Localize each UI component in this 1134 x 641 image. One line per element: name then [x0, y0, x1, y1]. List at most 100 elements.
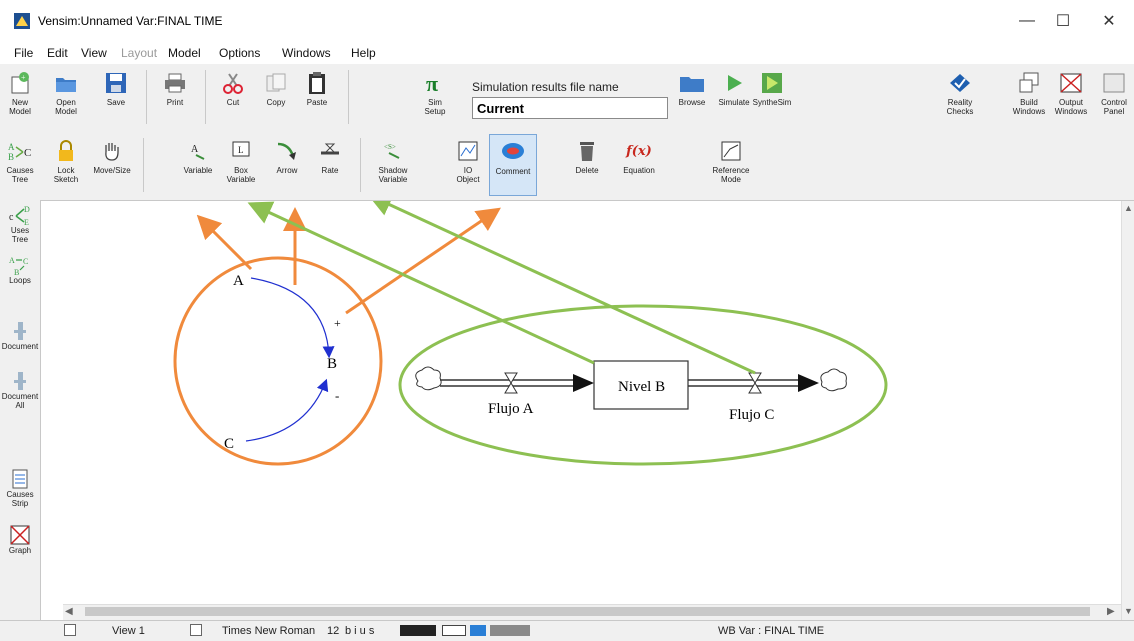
view-menu-icon[interactable]	[64, 624, 76, 636]
menu-view[interactable]: View	[81, 46, 107, 60]
scroll-up-icon[interactable]: ▲	[1124, 203, 1133, 213]
causes-tree-button[interactable]: ABC Causes Tree	[0, 134, 44, 196]
menu-model[interactable]: Model	[168, 46, 201, 60]
scroll-right-icon[interactable]: ▶	[1107, 606, 1115, 617]
shadow-badge: <S>	[384, 143, 396, 151]
delete-button[interactable]: Delete	[563, 134, 611, 196]
orange-pointer-variable	[196, 214, 253, 271]
menu-layout[interactable]: Layout	[121, 46, 157, 60]
font-size[interactable]: 12	[327, 625, 339, 637]
flow-c-valve[interactable]	[748, 372, 762, 394]
document-all-label: Document All	[1, 392, 39, 410]
printer-icon	[165, 73, 185, 93]
flow-a-label[interactable]: Flujo A	[488, 401, 534, 417]
rate-valve-icon	[321, 143, 339, 155]
variable-label: Variable	[183, 166, 213, 175]
document-button[interactable]: Document	[0, 318, 40, 351]
color-swatch[interactable]	[400, 625, 436, 636]
causes-tree-left-button[interactable]: c DE Uses Tree	[0, 202, 40, 244]
font-name[interactable]: Times New Roman	[222, 625, 315, 637]
svg-text:B: B	[8, 152, 14, 162]
model-diagram[interactable]: A B C + - Flujo A Nivel B Flujo C	[41, 201, 1121, 603]
menu-help[interactable]: Help	[351, 46, 376, 60]
link-c-to-b[interactable]	[245, 378, 329, 442]
flow-a-valve[interactable]	[504, 372, 518, 394]
sim-setup-button[interactable]: π Sim Setup	[411, 66, 459, 128]
sketch-canvas[interactable]: A B C + - Flujo A Nivel B Flujo C	[41, 201, 1121, 603]
flow-a-arrowhead	[573, 374, 594, 392]
box-variable-icon: L	[232, 141, 250, 157]
causes-strip-button[interactable]: Causes Strip	[0, 466, 40, 508]
view-name[interactable]: View 1	[112, 625, 145, 637]
scissors-icon	[223, 73, 243, 94]
new-model-button[interactable]: + New Model	[0, 66, 44, 128]
shadow-variable-button[interactable]: <S> Shadow Variable	[369, 134, 417, 196]
window-title: Vensim:Unnamed Var:FINAL TIME	[38, 14, 223, 28]
simulation-file-input[interactable]	[472, 97, 668, 119]
scroll-down-icon[interactable]: ▼	[1124, 606, 1133, 616]
uses-tree-label: Uses Tree	[10, 226, 30, 244]
menu-file[interactable]: File	[14, 46, 33, 60]
svg-text:D: D	[24, 205, 30, 214]
maximize-button[interactable]: ☐	[1040, 6, 1086, 36]
svg-text:A: A	[191, 144, 199, 155]
reality-checks-button[interactable]: Reality Checks	[936, 66, 984, 128]
cut-label: Cut	[226, 98, 240, 107]
flow-c-label[interactable]: Flujo C	[729, 407, 774, 423]
var-a[interactable]: A	[233, 273, 244, 289]
io-object-button[interactable]: IO Object	[444, 134, 492, 196]
var-b[interactable]: B	[327, 356, 337, 372]
document-all-button[interactable]: Document All	[0, 368, 40, 410]
flow-c-pipe[interactable]	[688, 379, 801, 387]
browse-button[interactable]: Browse	[668, 66, 716, 128]
open-model-button[interactable]: Open Model	[42, 66, 90, 128]
shadow-variable-icon: <S>	[384, 143, 400, 159]
equation-button[interactable]: f(x) Equation	[615, 134, 663, 196]
graph-icon	[10, 525, 30, 545]
synthesim-button[interactable]: SyntheSim	[748, 66, 796, 128]
reference-mode-button[interactable]: Reference Mode	[707, 134, 755, 196]
arrow-button[interactable]: Arrow	[263, 134, 311, 196]
polarity-minus: -	[335, 388, 339, 403]
style-swatch[interactable]	[490, 625, 530, 636]
graph-button[interactable]: Graph	[0, 522, 40, 555]
lock-sketch-button[interactable]: Lock Sketch	[42, 134, 90, 196]
scroll-left-icon[interactable]: ◀	[65, 606, 73, 617]
reference-mode-icon	[721, 141, 741, 161]
flow-a-pipe[interactable]	[440, 379, 576, 387]
menu-windows[interactable]: Windows	[282, 46, 331, 60]
build-windows-button[interactable]: Build Windows	[1005, 66, 1053, 128]
horizontal-scroll-thumb[interactable]	[85, 607, 1090, 616]
move-size-button[interactable]: Move/Size	[88, 134, 136, 196]
menu-edit[interactable]: Edit	[47, 46, 68, 60]
loops-button[interactable]: ACB Loops	[0, 252, 40, 285]
rate-button[interactable]: Rate	[306, 134, 354, 196]
control-panel-icon	[1103, 73, 1125, 93]
loops-icon: A CB	[9, 256, 28, 276]
control-panel-button[interactable]: Control Panel	[1090, 66, 1134, 128]
svg-text:L: L	[238, 145, 244, 155]
simulation-file-label: Simulation results file name	[472, 80, 619, 94]
text-format-buttons[interactable]: b i u s	[345, 625, 374, 637]
output-windows-button[interactable]: Output Windows	[1047, 66, 1095, 128]
vertical-scrollbar[interactable]: ▲ ▼	[1121, 201, 1134, 620]
link-a-to-b[interactable]	[250, 277, 335, 359]
print-button[interactable]: Print	[151, 66, 199, 128]
comment-button[interactable]: Comment	[489, 134, 537, 196]
variable-button[interactable]: A Variable	[174, 134, 222, 196]
synthesim-label: SyntheSim	[752, 98, 792, 107]
stock-label: Nivel B	[618, 379, 665, 395]
cloud-source-icon	[415, 366, 442, 391]
green-pointer-box-variable	[247, 201, 595, 365]
save-button[interactable]: Save	[92, 66, 140, 128]
paste-button[interactable]: Paste	[293, 66, 341, 128]
box-variable-button[interactable]: L Box Variable	[217, 134, 265, 196]
font-menu-icon[interactable]	[190, 624, 202, 636]
menu-options[interactable]: Options	[219, 46, 260, 60]
shape-swatch[interactable]	[442, 625, 466, 636]
close-button[interactable]: ✕	[1086, 6, 1132, 36]
flow-c-arrowhead	[798, 374, 819, 392]
open-model-label: Open Model	[55, 98, 77, 116]
cut-button[interactable]: Cut	[209, 66, 257, 128]
blue-swatch[interactable]	[470, 625, 486, 636]
